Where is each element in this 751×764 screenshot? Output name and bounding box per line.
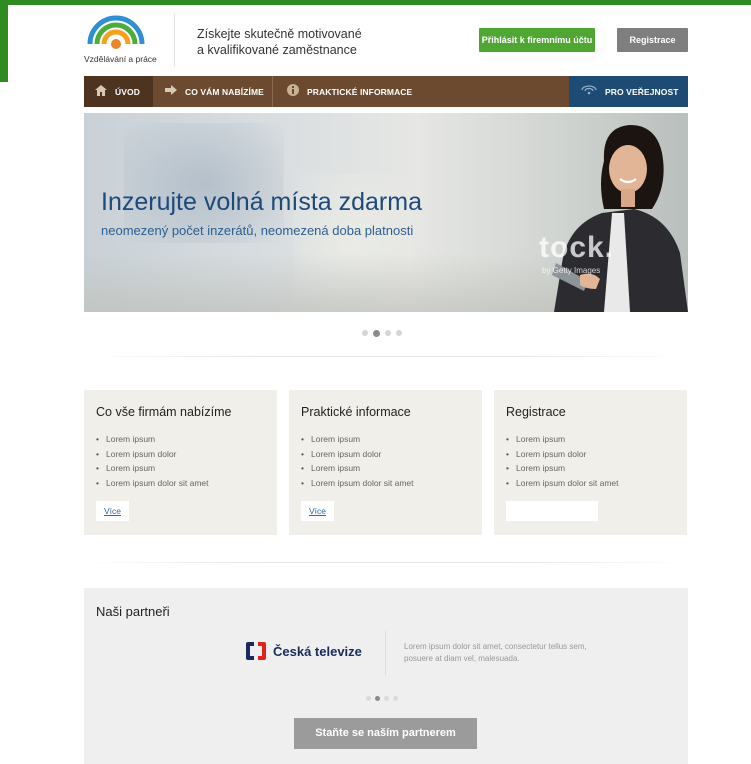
nav-item-info[interactable]: PRAKTICKÉ INFORMACE — [273, 76, 433, 107]
nav-label-public: PRO VEŘEJNOST — [605, 86, 679, 97]
carousel-dot[interactable] — [396, 330, 402, 336]
tagline-line-2: a kvalifikované zaměstnance — [197, 43, 357, 57]
site-header: Vzdělávání a práce Získejte skutečně mot… — [84, 14, 688, 70]
carousel-dot[interactable] — [366, 696, 371, 701]
box-list: Lorem ipsum Lorem ipsum dolor Lorem ipsu… — [96, 432, 209, 490]
partner-name: Česká televize — [273, 643, 362, 659]
hero-businesswoman-image — [552, 125, 688, 312]
info-icon — [287, 84, 299, 99]
list-item: Lorem ipsum dolor sit amet — [506, 476, 619, 491]
nav-label-home: ÚVOD — [115, 86, 140, 97]
box-title: Registrace — [506, 405, 566, 419]
partner-divider — [385, 631, 386, 675]
partner-description: Lorem ipsum dolor sit amet, consectetur … — [404, 642, 587, 663]
box-title: Praktické informace — [301, 405, 411, 419]
list-item: Lorem ipsum — [96, 432, 209, 447]
list-item: Lorem ipsum — [506, 432, 619, 447]
carousel-dot-active[interactable] — [373, 329, 380, 337]
carousel-dot-active[interactable] — [375, 696, 380, 701]
ceska-televize-logo-icon — [246, 642, 266, 660]
list-item: Lorem ipsum — [506, 461, 619, 476]
home-icon — [95, 84, 107, 99]
nav-label-info: PRAKTICKÉ INFORMACE — [307, 86, 413, 97]
left-accent-bar — [0, 0, 8, 82]
nav-label-offer: CO VÁM NABÍZÍME — [185, 86, 264, 97]
register-button[interactable]: Registrace — [617, 28, 688, 52]
carousel-dot[interactable] — [384, 696, 389, 701]
top-accent-bar — [0, 0, 751, 5]
partners-section: Naši partneři Česká televize Lorem ipsum… — [84, 588, 688, 764]
hero-subtitle: neomezený počet inzerátů, neomezená doba… — [101, 223, 414, 238]
become-partner-button[interactable]: Staňte se naším partnerem — [294, 718, 477, 749]
main-navigation: ÚVOD CO VÁM NABÍZÍME PRAKTICKÉ INFORMACE… — [84, 76, 688, 107]
list-item: Lorem ipsum — [301, 432, 414, 447]
section-divider — [84, 562, 688, 563]
registration-link[interactable] — [506, 501, 598, 521]
info-box-offer: Co vše firmám nabízíme Lorem ipsum Lorem… — [84, 390, 277, 535]
signal-icon — [581, 85, 597, 98]
more-link[interactable]: Více — [301, 501, 335, 521]
section-divider — [84, 356, 688, 357]
logo-text: Vzdělávání a práce — [84, 54, 157, 64]
info-box-registration: Registrace Lorem ipsum Lorem ipsum dolor… — [494, 390, 687, 535]
carousel-dot[interactable] — [393, 696, 398, 701]
arrow-right-icon — [165, 85, 177, 98]
carousel-dot[interactable] — [385, 330, 391, 336]
list-item: Lorem ipsum dolor sit amet — [301, 476, 414, 491]
list-item: Lorem ipsum — [301, 461, 414, 476]
nav-item-offer[interactable]: CO VÁM NABÍZÍME — [153, 76, 273, 107]
hero-carousel-dots — [362, 329, 402, 337]
partner-logo[interactable]: Česká televize — [245, 641, 362, 661]
list-item: Lorem ipsum dolor — [96, 447, 209, 462]
stock-watermark: tock. — [539, 231, 615, 264]
hero-banner[interactable]: Inzerujte volná místa zdarma neomezený p… — [84, 113, 688, 312]
box-list: Lorem ipsum Lorem ipsum dolor Lorem ipsu… — [301, 432, 414, 490]
partners-title: Naši partneři — [96, 604, 170, 619]
nav-item-public[interactable]: PRO VEŘEJNOST — [569, 76, 688, 107]
info-box-practical: Praktické informace Lorem ipsum Lorem ip… — [289, 390, 482, 535]
carousel-dot[interactable] — [362, 330, 368, 336]
list-item: Lorem ipsum dolor — [506, 447, 619, 462]
tagline-line-1: Získejte skutečně motivované — [197, 27, 362, 41]
more-link[interactable]: Více — [96, 501, 130, 521]
hero-title: Inzerujte volná místa zdarma — [101, 188, 422, 216]
list-item: Lorem ipsum — [96, 461, 209, 476]
logo-rainbow-icon — [87, 15, 145, 49]
box-title: Co vše firmám nabízíme — [96, 405, 232, 419]
list-item: Lorem ipsum dolor sit amet — [96, 476, 209, 491]
nav-item-home[interactable]: ÚVOD — [84, 76, 153, 107]
header-divider — [174, 14, 175, 66]
list-item: Lorem ipsum dolor — [301, 447, 414, 462]
partners-carousel-dots — [366, 696, 398, 701]
stock-watermark-credit: by Getty Images — [542, 266, 601, 275]
site-logo[interactable]: Vzdělávání a práce — [84, 14, 164, 66]
header-tagline: Získejte skutečně motivované a kvalifiko… — [197, 26, 397, 58]
company-login-button[interactable]: Přihlásit k firemnímu účtu — [479, 28, 595, 52]
box-list: Lorem ipsum Lorem ipsum dolor Lorem ipsu… — [506, 432, 619, 490]
